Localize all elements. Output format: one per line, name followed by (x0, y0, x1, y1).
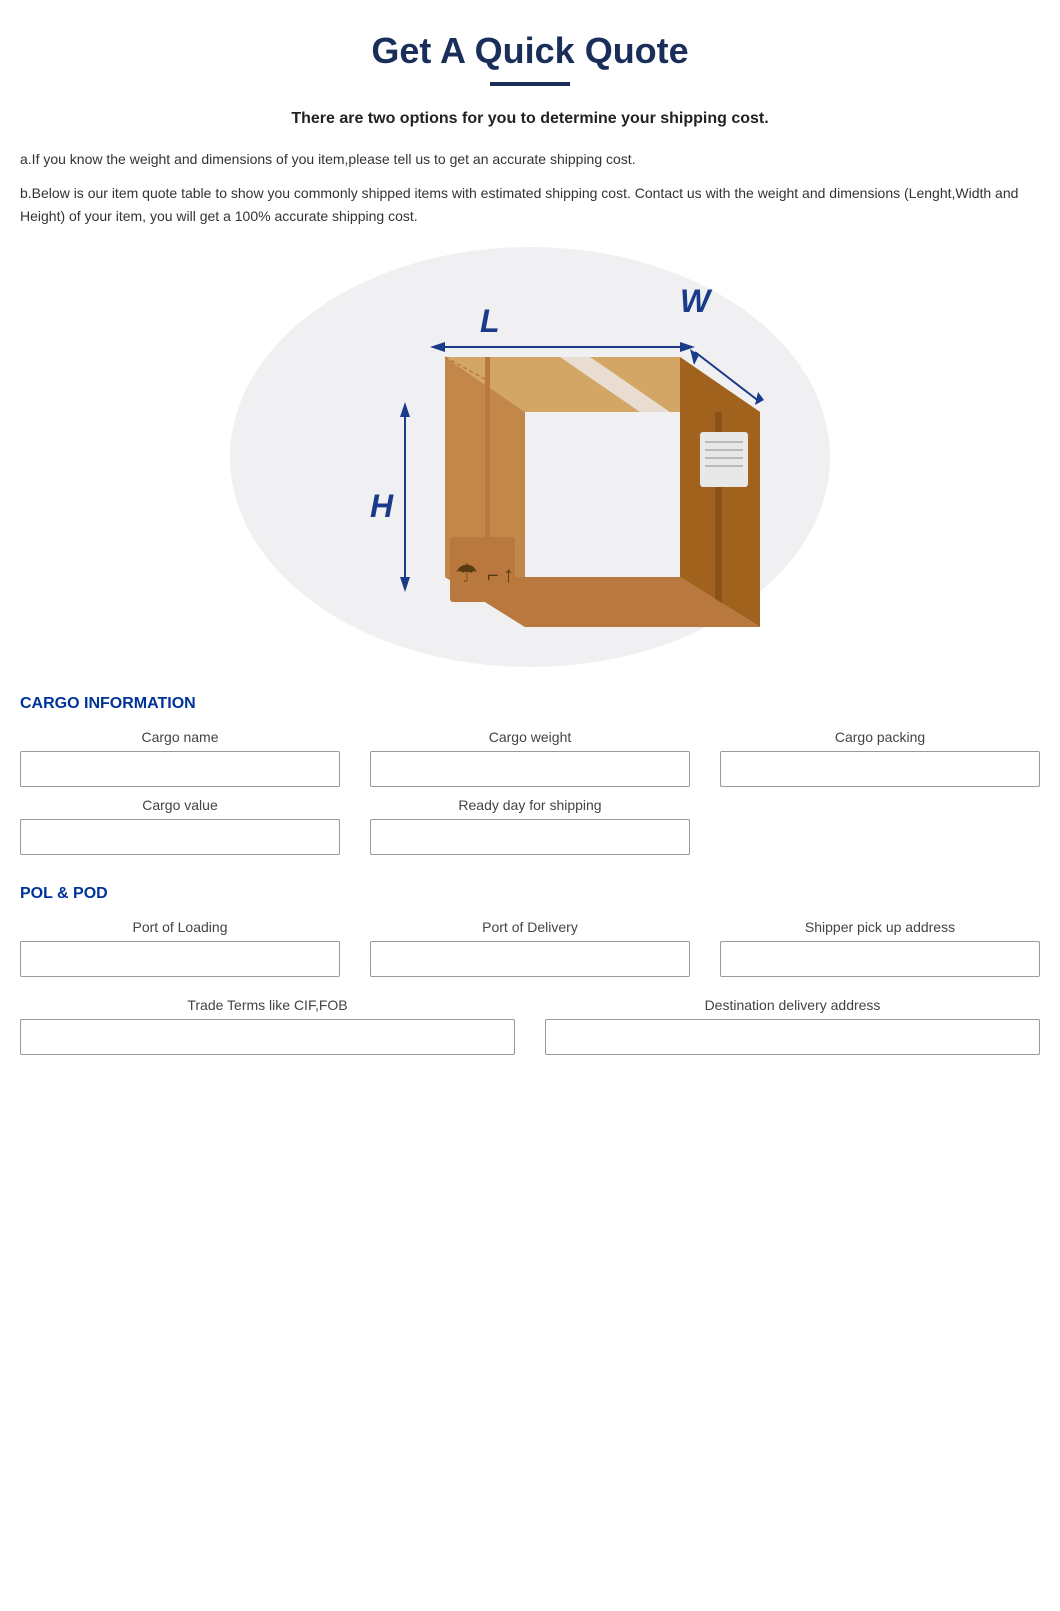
pol-row-2: Trade Terms like CIF,FOB Destination del… (20, 997, 1040, 1055)
dim-h-label: H (370, 488, 394, 524)
dim-l-label: L (480, 303, 500, 339)
cargo-packing-group: Cargo packing (720, 729, 1040, 787)
l-arrow-left (430, 342, 445, 352)
cargo-name-group: Cargo name (20, 729, 340, 787)
pol-pod-label: POL & POD (20, 885, 1040, 903)
h-arrow-bottom (400, 577, 410, 592)
shipper-pickup-group: Shipper pick up address (720, 919, 1040, 977)
cargo-name-label: Cargo name (20, 729, 340, 745)
dim-w-label: W (680, 283, 713, 319)
option-a-text: a.If you know the weight and dimensions … (20, 148, 1040, 170)
cargo-weight-input[interactable] (370, 751, 690, 787)
cargo-value-input[interactable] (20, 819, 340, 855)
pol-pod-divider: POL & POD Port of Loading Port of Delive… (20, 885, 1040, 1055)
box-image-container: W L H (20, 247, 1040, 667)
box-svg: W L H (250, 257, 810, 657)
cargo-row-2: Cargo value Ready day for shipping (20, 797, 1040, 855)
shipper-pickup-input[interactable] (720, 941, 1040, 977)
arrow-symbol: ↑ (503, 562, 514, 587)
destination-delivery-input[interactable] (545, 1019, 1040, 1055)
cargo-value-group: Cargo value (20, 797, 340, 855)
cargo-value-label: Cargo value (20, 797, 340, 813)
port-loading-label: Port of Loading (20, 919, 340, 935)
ready-day-group: Ready day for shipping (370, 797, 690, 855)
trade-terms-input[interactable] (20, 1019, 515, 1055)
ready-day-input[interactable] (370, 819, 690, 855)
umbrella-symbol: ☂ (455, 558, 478, 588)
h-arrow-top (400, 402, 410, 417)
port-delivery-input[interactable] (370, 941, 690, 977)
cargo-row-1: Cargo name Cargo weight Cargo packing (20, 729, 1040, 787)
page-title: Get A Quick Quote (20, 30, 1040, 72)
cargo-packing-label: Cargo packing (720, 729, 1040, 745)
trade-terms-label: Trade Terms like CIF,FOB (20, 997, 515, 1013)
label-sticker (700, 432, 748, 487)
shipper-pickup-label: Shipper pick up address (720, 919, 1040, 935)
l-arrow-right (680, 342, 695, 352)
port-delivery-label: Port of Delivery (370, 919, 690, 935)
subtitle: There are two options for you to determi… (20, 110, 1040, 128)
trade-terms-group: Trade Terms like CIF,FOB (20, 997, 515, 1055)
port-loading-input[interactable] (20, 941, 340, 977)
destination-delivery-group: Destination delivery address (545, 997, 1040, 1055)
port-delivery-group: Port of Delivery (370, 919, 690, 977)
option-b-text: b.Below is our item quote table to show … (20, 182, 1040, 227)
cargo-packing-input[interactable] (720, 751, 1040, 787)
ready-day-label: Ready day for shipping (370, 797, 690, 813)
destination-delivery-label: Destination delivery address (545, 997, 1040, 1013)
port-loading-group: Port of Loading (20, 919, 340, 977)
cargo-section-label: CARGO INFORMATION (20, 695, 1040, 713)
cargo-name-input[interactable] (20, 751, 340, 787)
cargo-weight-label: Cargo weight (370, 729, 690, 745)
box-ellipse: W L H (230, 247, 830, 667)
title-underline (490, 82, 570, 86)
w-arrow-top (690, 349, 699, 365)
pol-row-1: Port of Loading Port of Delivery Shipper… (20, 919, 1040, 977)
hand-symbol: ⌐ (487, 565, 499, 587)
cargo-weight-group: Cargo weight (370, 729, 690, 787)
